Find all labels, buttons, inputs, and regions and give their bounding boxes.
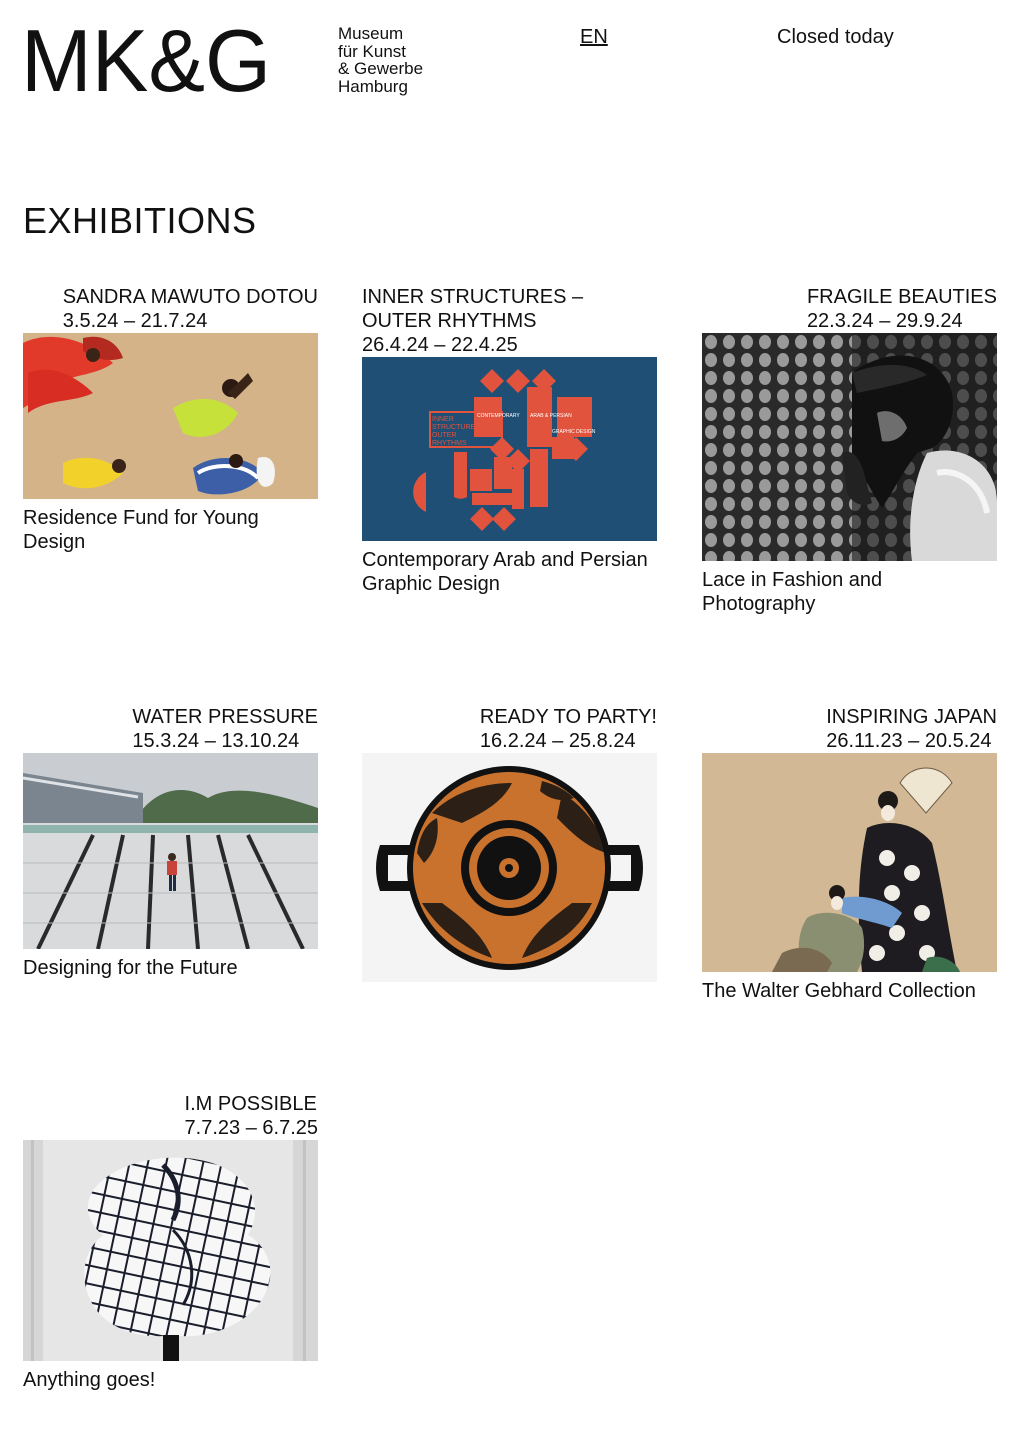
poster-text-line: STRUCTURES— (432, 424, 487, 431)
exhibition-title: FRAGILE BEAUTIES (806, 286, 997, 308)
poster-text-line: CONTEMPORARY (477, 413, 520, 419)
exhibition-heading: FRAGILE BEAUTIES 22.3.24 – 29.9.24 (807, 285, 997, 333)
exhibition-dates: 15.3.24 – 13.10.24 (132, 730, 300, 752)
page-title: EXHIBITIONS (23, 200, 257, 241)
poster-text-line: RHYTHMS (432, 440, 467, 447)
exhibition-dates: 26.11.23 – 20.5.24 (826, 730, 992, 752)
museum-name-line: & Gewerbe (338, 59, 424, 78)
exhibition-title: READY TO PARTY! (479, 706, 657, 728)
exhibition-image-kylix (362, 753, 657, 982)
exhibition-subtitle: Lace in Fashion and Photography (702, 569, 883, 615)
exhibition-dates: 16.2.24 – 25.8.24 (479, 730, 636, 752)
poster-text-line: ARAB & PERSIAN (530, 413, 572, 419)
exhibition-heading: WATER PRESSURE 15.3.24 – 13.10.24 (132, 705, 318, 753)
exhibition-subtitle: Anything goes! (23, 1369, 156, 1391)
exhibition-card[interactable]: SANDRA MAWUTO DOTOU 3.5.24 – 21.7.24 Res… (23, 285, 318, 554)
exhibition-card[interactable]: FRAGILE BEAUTIES 22.3.24 – 29.9.24 Lace … (702, 285, 997, 616)
exhibition-dates: 26.4.24 – 22.4.25 (362, 334, 518, 356)
exhibition-dates: 7.7.23 – 6.7.25 (184, 1117, 318, 1139)
opening-status: Closed today (777, 26, 894, 48)
exhibition-card[interactable]: WATER PRESSURE 15.3.24 – 13.10.24 Design… (23, 705, 318, 980)
museum-name-line: Museum (338, 24, 404, 43)
exhibition-heading: SANDRA MAWUTO DOTOU 3.5.24 – 21.7.24 (63, 285, 318, 333)
exhibition-heading: INSPIRING JAPAN 26.11.23 – 20.5.24 (826, 705, 997, 753)
exhibition-image-lace (702, 333, 997, 561)
exhibition-subtitle: Contemporary Arab and Persian Graphic De… (362, 549, 648, 595)
exhibition-title: SANDRA MAWUTO DOTOU (62, 286, 318, 308)
exhibition-title: WATER PRESSURE (132, 706, 318, 728)
poster-text-line: OUTER (432, 432, 457, 439)
exhibition-title: INSPIRING JAPAN (826, 706, 997, 728)
exhibition-subtitle: Residence Fund for Young Design (23, 507, 259, 553)
exhibition-heading: INNER STRUCTURES – OUTER RHYTHMS 26.4.24… (362, 285, 657, 357)
exhibition-card[interactable]: INNER STRUCTURES – OUTER RHYTHMS 26.4.24… (362, 285, 657, 596)
exhibition-image-garment (23, 1140, 318, 1361)
exhibition-dates: 22.3.24 – 29.9.24 (806, 310, 963, 332)
poster-text-line: GRAPHIC DESIGN (552, 429, 596, 435)
exhibition-card[interactable]: READY TO PARTY! 16.2.24 – 25.8.24 (362, 705, 657, 982)
mkg-logo[interactable]: MK&G (23, 25, 273, 95)
site-header: MK&G Museum für Kunst & Gewerbe Hamburg … (0, 0, 1036, 120)
exhibition-title: I.M POSSIBLE (184, 1093, 317, 1115)
exhibition-image-pool (23, 753, 318, 949)
language-switch-link[interactable]: EN (580, 26, 608, 49)
exhibition-subtitle: The Walter Gebhard Collection (702, 980, 976, 1002)
exhibition-heading: I.M POSSIBLE 7.7.23 – 6.7.25 (185, 1092, 318, 1140)
exhibition-heading: READY TO PARTY! 16.2.24 – 25.8.24 (480, 705, 657, 753)
poster-text-line: INNER (432, 416, 454, 423)
exhibition-image-japan (702, 753, 997, 972)
exhibition-image-poster: INNER STRUCTURES— OUTER RHYTHMS CONTEMPO… (362, 357, 657, 541)
museum-name-line: Hamburg (338, 76, 408, 96)
mkg-logo-mark: MK&G (23, 25, 271, 95)
exhibition-title: INNER STRUCTURES – OUTER RHYTHMS (362, 286, 584, 332)
exhibition-image-dancers (23, 333, 318, 499)
exhibition-subtitle: Designing for the Future (23, 957, 238, 979)
logo-text: MK&G (23, 25, 271, 95)
exhibition-dates: 3.5.24 – 21.7.24 (62, 310, 208, 332)
museum-name-line: für Kunst (338, 41, 407, 61)
museum-name: Museum für Kunst & Gewerbe Hamburg (338, 25, 423, 95)
exhibition-card[interactable]: INSPIRING JAPAN 26.11.23 – 20.5.24 The W… (702, 705, 997, 1003)
exhibition-card[interactable]: I.M POSSIBLE 7.7.23 – 6.7.25 Anything go… (23, 1092, 318, 1392)
